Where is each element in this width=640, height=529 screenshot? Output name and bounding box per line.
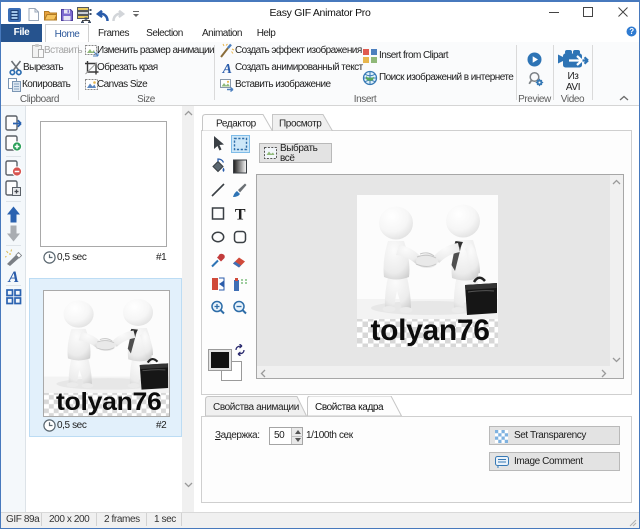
svg-text:Редактор: Редактор <box>216 119 257 130</box>
svg-text:?: ? <box>629 27 634 36</box>
svg-text:A: A <box>222 62 232 76</box>
svg-text:Свойства кадра: Свойства кадра <box>315 402 384 413</box>
svg-text:A: A <box>7 269 19 285</box>
svg-text:Просмотр: Просмотр <box>279 119 322 130</box>
svg-text:Свойства анимации: Свойства анимации <box>213 402 299 413</box>
svg-text:T: T <box>235 207 246 224</box>
